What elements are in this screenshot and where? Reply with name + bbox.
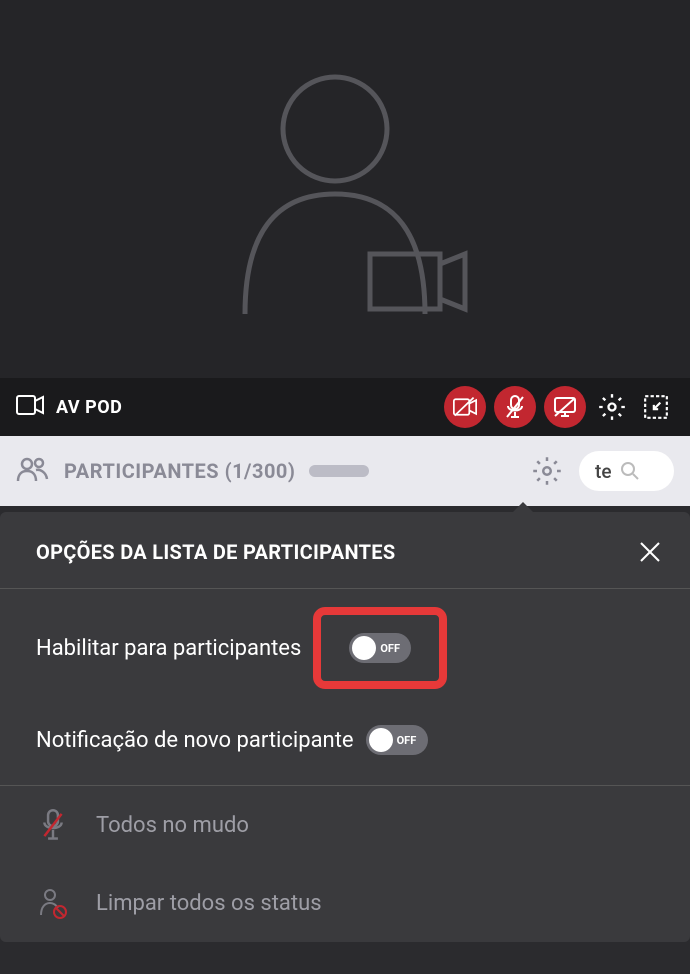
search-value: te <box>595 460 612 483</box>
search-icon <box>620 461 640 481</box>
action-label: Limpar todos os status <box>96 891 322 916</box>
search-input[interactable]: te <box>579 451 674 491</box>
fullscreen-button[interactable] <box>638 389 674 425</box>
option-enable-for-participants: Habilitar para participantes OFF <box>0 589 690 707</box>
action-label: Todos no mudo <box>96 813 249 838</box>
screen-share-off-button[interactable] <box>544 386 586 428</box>
camera-off-button[interactable] <box>444 386 486 428</box>
action-mute-all[interactable]: Todos no mudo <box>0 786 690 864</box>
participants-options-popover: OPÇÕES DA LISTA DE PARTICIPANTES Habilit… <box>0 512 690 942</box>
mic-off-button[interactable] <box>494 386 536 428</box>
participants-bar: PARTICIPANTES (1/300) te <box>0 436 690 506</box>
av-toolbar: AV POD <box>0 378 690 436</box>
option-label: Notificação de novo participante <box>36 728 354 753</box>
camera-icon <box>16 395 44 419</box>
video-area <box>0 0 690 378</box>
participants-settings-button[interactable] <box>529 453 565 489</box>
participants-icon <box>16 455 50 487</box>
highlight-annotation: OFF <box>313 607 447 689</box>
avatar-placeholder-icon <box>215 54 475 324</box>
popover-title: OPÇÕES DA LISTA DE PARTICIPANTES <box>36 540 395 564</box>
clear-status-icon <box>36 886 70 920</box>
participants-label: PARTICIPANTES (1/300) <box>64 459 295 483</box>
option-new-participant-notification: Notificação de novo participante OFF <box>0 707 690 773</box>
close-button[interactable] <box>636 538 664 566</box>
option-label: Habilitar para participantes <box>36 636 301 661</box>
progress-pill <box>309 465 369 477</box>
toggle-knob-icon <box>352 636 376 660</box>
toggle-knob-icon <box>369 728 393 752</box>
toggle-state: OFF <box>397 734 417 747</box>
toggle-state: OFF <box>380 642 400 655</box>
action-clear-all-status[interactable]: Limpar todos os status <box>0 864 690 942</box>
toggle-enable-for-participants[interactable]: OFF <box>349 633 411 663</box>
toolbar-title: AV POD <box>56 397 122 418</box>
toggle-new-participant-notification[interactable]: OFF <box>366 725 428 755</box>
settings-button[interactable] <box>594 389 630 425</box>
mic-muted-icon <box>36 808 70 842</box>
